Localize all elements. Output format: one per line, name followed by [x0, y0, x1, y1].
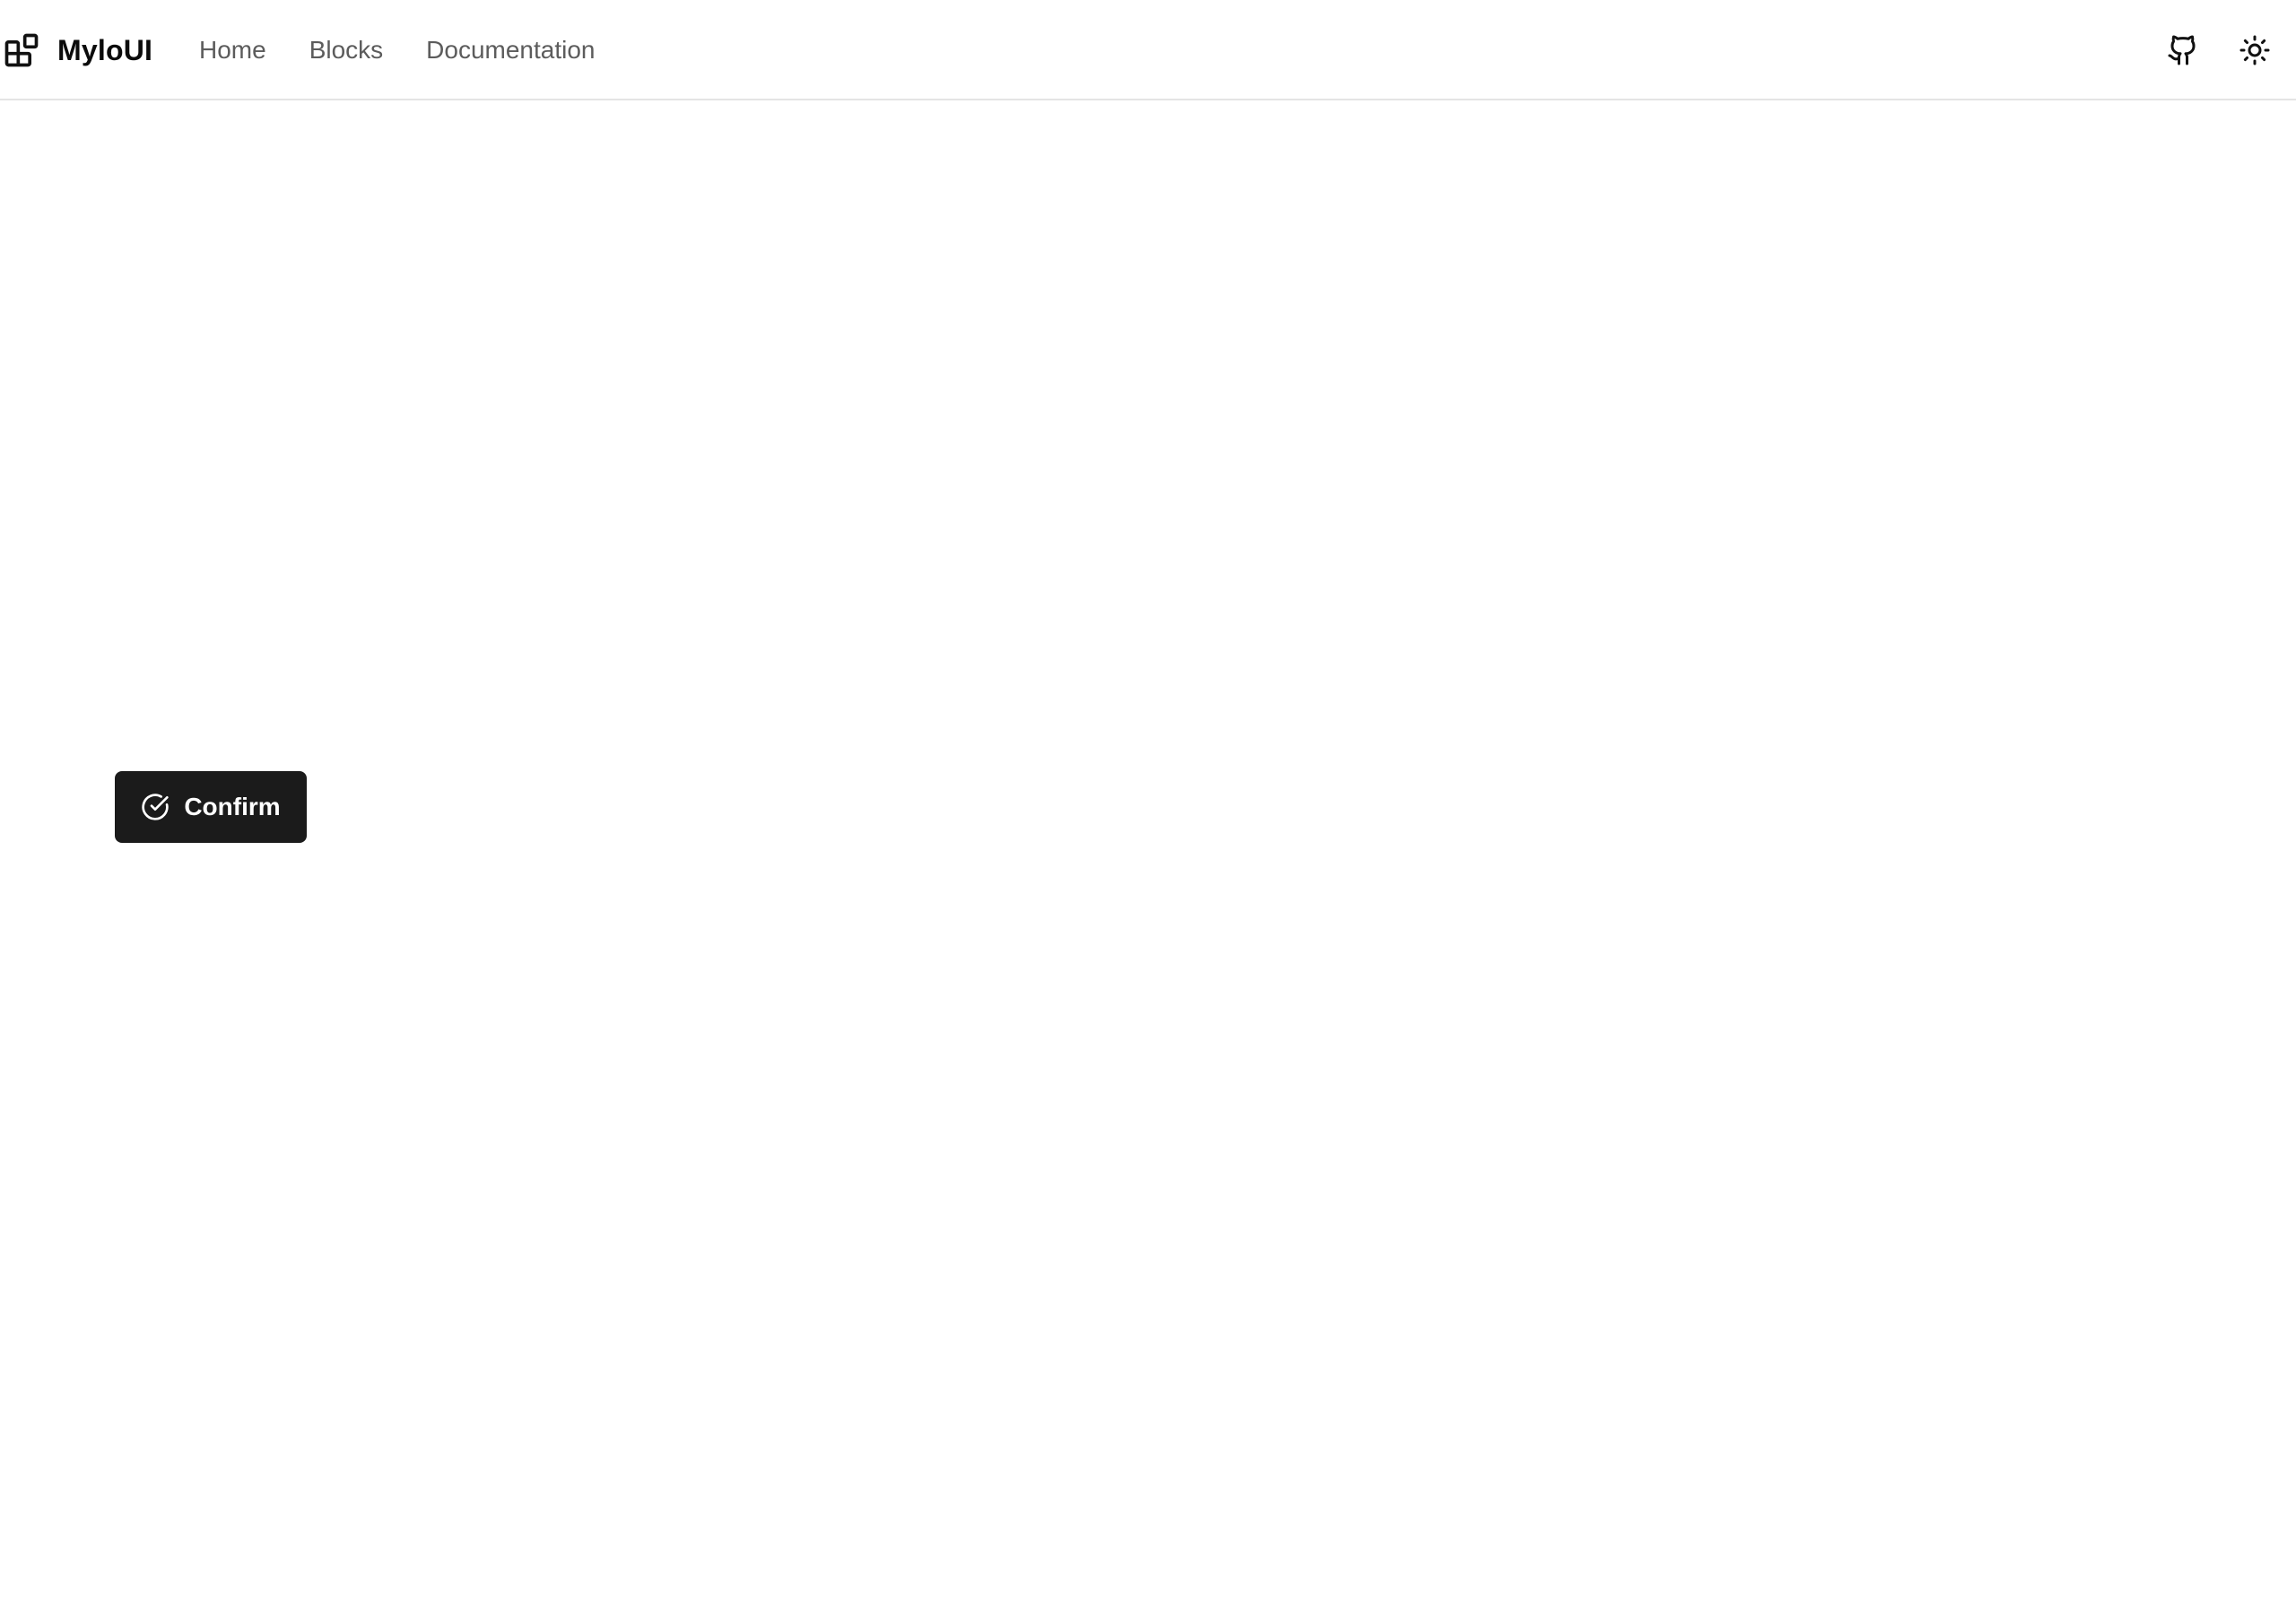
- theme-toggle-button[interactable]: [2233, 29, 2276, 72]
- nav-link-documentation[interactable]: Documentation: [426, 36, 595, 65]
- nav-link-home[interactable]: Home: [199, 36, 266, 65]
- github-button[interactable]: [2161, 29, 2205, 72]
- check-circle-icon: [142, 794, 169, 820]
- confirm-button-label: Confirm: [184, 793, 281, 820]
- top-navbar: MyloUI Home Blocks Documentation: [0, 0, 2296, 100]
- confirm-button[interactable]: Confirm: [115, 771, 307, 843]
- header-actions: [2133, 29, 2276, 72]
- blocks-logo-icon: [4, 33, 39, 67]
- sun-icon: [2239, 35, 2270, 65]
- brand[interactable]: MyloUI: [2, 30, 152, 70]
- brand-name: MyloUI: [57, 33, 153, 66]
- github-icon: [2168, 35, 2196, 65]
- main-nav: Home Blocks Documentation: [199, 30, 639, 70]
- nav-link-blocks[interactable]: Blocks: [309, 36, 383, 65]
